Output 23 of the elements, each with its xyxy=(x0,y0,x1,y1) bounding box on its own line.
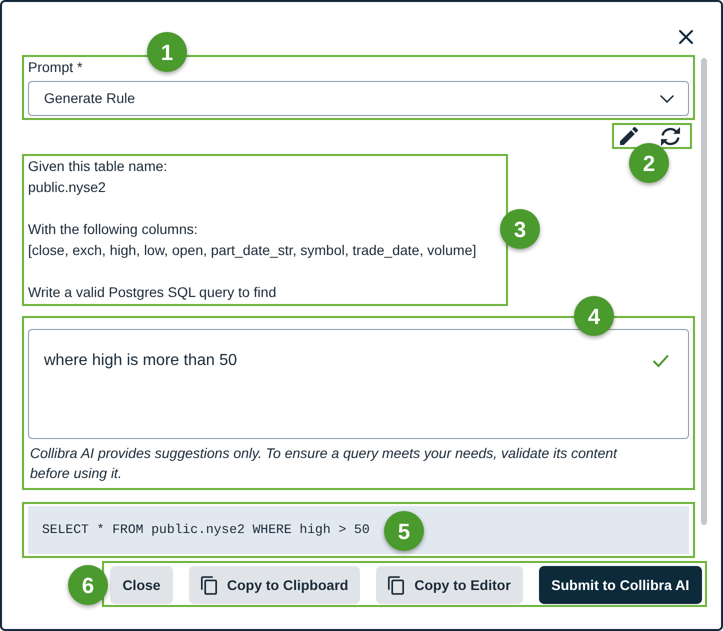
callout-badge: 4 xyxy=(574,296,614,336)
prompt-select[interactable]: Generate Rule xyxy=(28,81,689,116)
submit-button[interactable]: Submit to Collibra AI xyxy=(538,566,702,604)
callout-badge: 6 xyxy=(68,565,108,605)
callout-badge: 1 xyxy=(147,32,187,72)
close-icon[interactable] xyxy=(677,28,695,46)
copy-to-clipboard-button[interactable]: Copy to Clipboard xyxy=(189,566,360,604)
query-input[interactable]: where high is more than 50 xyxy=(28,329,689,439)
pencil-icon[interactable] xyxy=(620,127,638,145)
field-label: Prompt * xyxy=(28,58,84,77)
prompt-template-text: Write a valid Postgres SQL query to find xyxy=(28,283,278,302)
copy-icon xyxy=(388,576,404,594)
refresh-icon[interactable] xyxy=(661,126,680,146)
chevron-down-icon[interactable] xyxy=(660,94,674,102)
copy-to-editor-button[interactable]: Copy to Editor xyxy=(376,566,523,604)
scrollbar[interactable] xyxy=(701,58,707,525)
disclaimer-text: Collibra AI provides suggestions only. To ensure a query meets your needs, validate its content before using it. xyxy=(30,444,618,483)
prompt-template-text: With the following columns: [close, exch, high, low, open, part_date_str, symbol, trade_date, volume] xyxy=(28,220,478,260)
close-button[interactable]: Close xyxy=(110,566,173,604)
copy-icon xyxy=(201,576,217,594)
prompt-template-text: Given this table name: public.nyse2 xyxy=(28,157,168,197)
callout-badge: 3 xyxy=(500,209,540,249)
callout-badge: 2 xyxy=(629,143,669,183)
